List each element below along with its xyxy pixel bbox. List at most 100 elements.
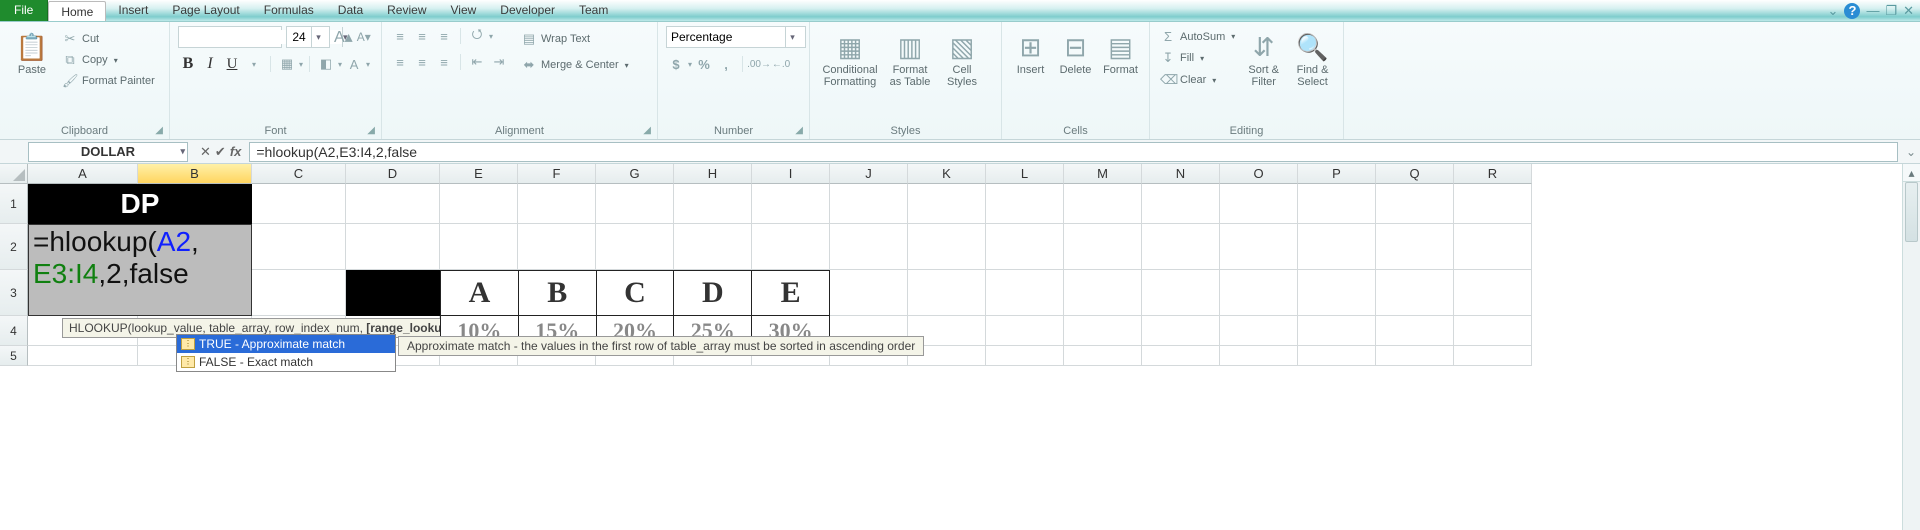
cell-p5[interactable] bbox=[1298, 346, 1376, 366]
cell-d1[interactable] bbox=[346, 184, 440, 224]
currency-button[interactable]: $ bbox=[666, 54, 686, 74]
autosum-button[interactable]: ΣAutoSum▾ bbox=[1158, 28, 1237, 45]
increase-indent-icon[interactable]: ⇥ bbox=[489, 52, 509, 72]
cell-l4[interactable] bbox=[986, 316, 1064, 346]
conditional-formatting-button[interactable]: ▦Conditional Formatting bbox=[818, 26, 882, 92]
cell-q5[interactable] bbox=[1376, 346, 1454, 366]
cell-o5[interactable] bbox=[1220, 346, 1298, 366]
dialog-launcher-icon[interactable]: ◢ bbox=[795, 125, 803, 136]
column-header-m[interactable]: M bbox=[1064, 164, 1142, 184]
row-header-5[interactable]: 5 bbox=[0, 346, 28, 366]
active-cell-editor[interactable]: =hlookup(A2, E3:I4,2,false bbox=[28, 224, 252, 316]
cell-a1-b1-merged[interactable]: DP bbox=[28, 184, 252, 224]
cell-styles-button[interactable]: ▧Cell Styles bbox=[938, 26, 986, 92]
tab-developer[interactable]: Developer bbox=[488, 0, 567, 21]
tab-page-layout[interactable]: Page Layout bbox=[160, 0, 251, 21]
cell-n1[interactable] bbox=[1142, 184, 1220, 224]
cell-n5[interactable] bbox=[1142, 346, 1220, 366]
cell-o3[interactable] bbox=[1220, 270, 1298, 316]
formula-bar-input[interactable]: =hlookup(A2,E3:I4,2,false bbox=[249, 142, 1898, 162]
cell-r3[interactable] bbox=[1454, 270, 1532, 316]
lookup-table[interactable]: A B C D E 10% 15% 20% 25% 30% bbox=[440, 270, 830, 346]
cell-f3[interactable]: B bbox=[518, 271, 596, 316]
row-header-4[interactable]: 4 bbox=[0, 316, 28, 346]
tab-home[interactable]: Home bbox=[48, 1, 106, 21]
format-painter-button[interactable]: 🖌Format Painter bbox=[60, 72, 157, 90]
number-format-input[interactable] bbox=[667, 30, 785, 44]
clear-button[interactable]: ⌫Clear▾ bbox=[1158, 71, 1237, 89]
cell-l1[interactable] bbox=[986, 184, 1064, 224]
row-header-2[interactable]: 2 bbox=[0, 224, 28, 270]
chevron-down-icon[interactable]: ▾ bbox=[299, 60, 303, 69]
cell-i2[interactable] bbox=[752, 224, 830, 270]
fill-button[interactable]: ↧Fill▾ bbox=[1158, 49, 1237, 67]
column-header-i[interactable]: I bbox=[752, 164, 830, 184]
tab-review[interactable]: Review bbox=[375, 0, 438, 21]
decrease-decimal-icon[interactable]: ←.0 bbox=[771, 54, 791, 74]
cell-g2[interactable] bbox=[596, 224, 674, 270]
decrease-indent-icon[interactable]: ⇤ bbox=[467, 52, 487, 72]
tab-view[interactable]: View bbox=[439, 0, 489, 21]
column-header-l[interactable]: L bbox=[986, 164, 1064, 184]
column-header-a[interactable]: A bbox=[28, 164, 138, 184]
align-top-icon[interactable]: ≡ bbox=[390, 26, 410, 46]
tab-formulas[interactable]: Formulas bbox=[252, 0, 326, 21]
cell-r4[interactable] bbox=[1454, 316, 1532, 346]
cell-m1[interactable] bbox=[1064, 184, 1142, 224]
row-header-3[interactable]: 3 bbox=[0, 270, 28, 316]
cell-g1[interactable] bbox=[596, 184, 674, 224]
cell-e3[interactable]: A bbox=[441, 271, 519, 316]
cell-j1[interactable] bbox=[830, 184, 908, 224]
tab-file[interactable]: File bbox=[0, 0, 48, 21]
cell-r1[interactable] bbox=[1454, 184, 1532, 224]
autocomplete-item-true[interactable]: ⋮TRUE - Approximate match bbox=[177, 335, 395, 353]
autocomplete-list[interactable]: ⋮TRUE - Approximate match ⋮FALSE - Exact… bbox=[176, 334, 396, 372]
chevron-down-icon[interactable]: ▾ bbox=[688, 60, 692, 69]
font-name-combo[interactable]: ▾ bbox=[178, 26, 282, 48]
dialog-launcher-icon[interactable]: ◢ bbox=[367, 125, 375, 136]
cell-l2[interactable] bbox=[986, 224, 1064, 270]
cell-c1[interactable] bbox=[252, 184, 346, 224]
increase-decimal-icon[interactable]: .00→ bbox=[749, 54, 769, 74]
column-header-f[interactable]: F bbox=[518, 164, 596, 184]
window-minimize-icon[interactable]: — bbox=[1866, 3, 1879, 18]
cell-h1[interactable] bbox=[674, 184, 752, 224]
align-middle-icon[interactable]: ≡ bbox=[412, 26, 432, 46]
column-header-p[interactable]: P bbox=[1298, 164, 1376, 184]
column-header-g[interactable]: G bbox=[596, 164, 674, 184]
cell-i1[interactable] bbox=[752, 184, 830, 224]
chevron-down-icon[interactable]: ▾ bbox=[180, 146, 185, 157]
delete-cells-button[interactable]: ⊟Delete bbox=[1055, 26, 1096, 80]
cell-e2[interactable] bbox=[440, 224, 518, 270]
cell-j3[interactable] bbox=[830, 270, 908, 316]
cell-h3[interactable]: D bbox=[674, 271, 752, 316]
cell-k3[interactable] bbox=[908, 270, 986, 316]
chevron-down-icon[interactable]: ▾ bbox=[244, 54, 264, 74]
cell-o4[interactable] bbox=[1220, 316, 1298, 346]
name-box[interactable]: DOLLAR ▾ bbox=[28, 142, 188, 162]
font-color-icon[interactable]: A bbox=[344, 54, 364, 74]
column-header-j[interactable]: J bbox=[830, 164, 908, 184]
insert-function-icon[interactable]: fx bbox=[230, 144, 242, 159]
cell-f1[interactable] bbox=[518, 184, 596, 224]
cell-m4[interactable] bbox=[1064, 316, 1142, 346]
help-icon[interactable]: ? bbox=[1844, 3, 1860, 19]
cell-q3[interactable] bbox=[1376, 270, 1454, 316]
chevron-down-icon[interactable]: ▾ bbox=[366, 60, 370, 69]
cancel-formula-icon[interactable]: ✕ bbox=[200, 144, 211, 160]
cell-c3[interactable] bbox=[252, 270, 346, 316]
cell-q1[interactable] bbox=[1376, 184, 1454, 224]
tab-insert[interactable]: Insert bbox=[106, 0, 160, 21]
italic-button[interactable]: I bbox=[200, 54, 220, 74]
cell-p2[interactable] bbox=[1298, 224, 1376, 270]
cell-d3[interactable] bbox=[346, 270, 440, 316]
column-header-d[interactable]: D bbox=[346, 164, 440, 184]
cell-k2[interactable] bbox=[908, 224, 986, 270]
cell-d2[interactable] bbox=[346, 224, 440, 270]
font-size-combo[interactable]: ▾ bbox=[286, 26, 330, 48]
paste-button[interactable]: 📋 Paste bbox=[8, 26, 56, 80]
align-right-icon[interactable]: ≡ bbox=[434, 52, 454, 72]
cell-o2[interactable] bbox=[1220, 224, 1298, 270]
bold-button[interactable]: B bbox=[178, 54, 198, 74]
cell-f2[interactable] bbox=[518, 224, 596, 270]
